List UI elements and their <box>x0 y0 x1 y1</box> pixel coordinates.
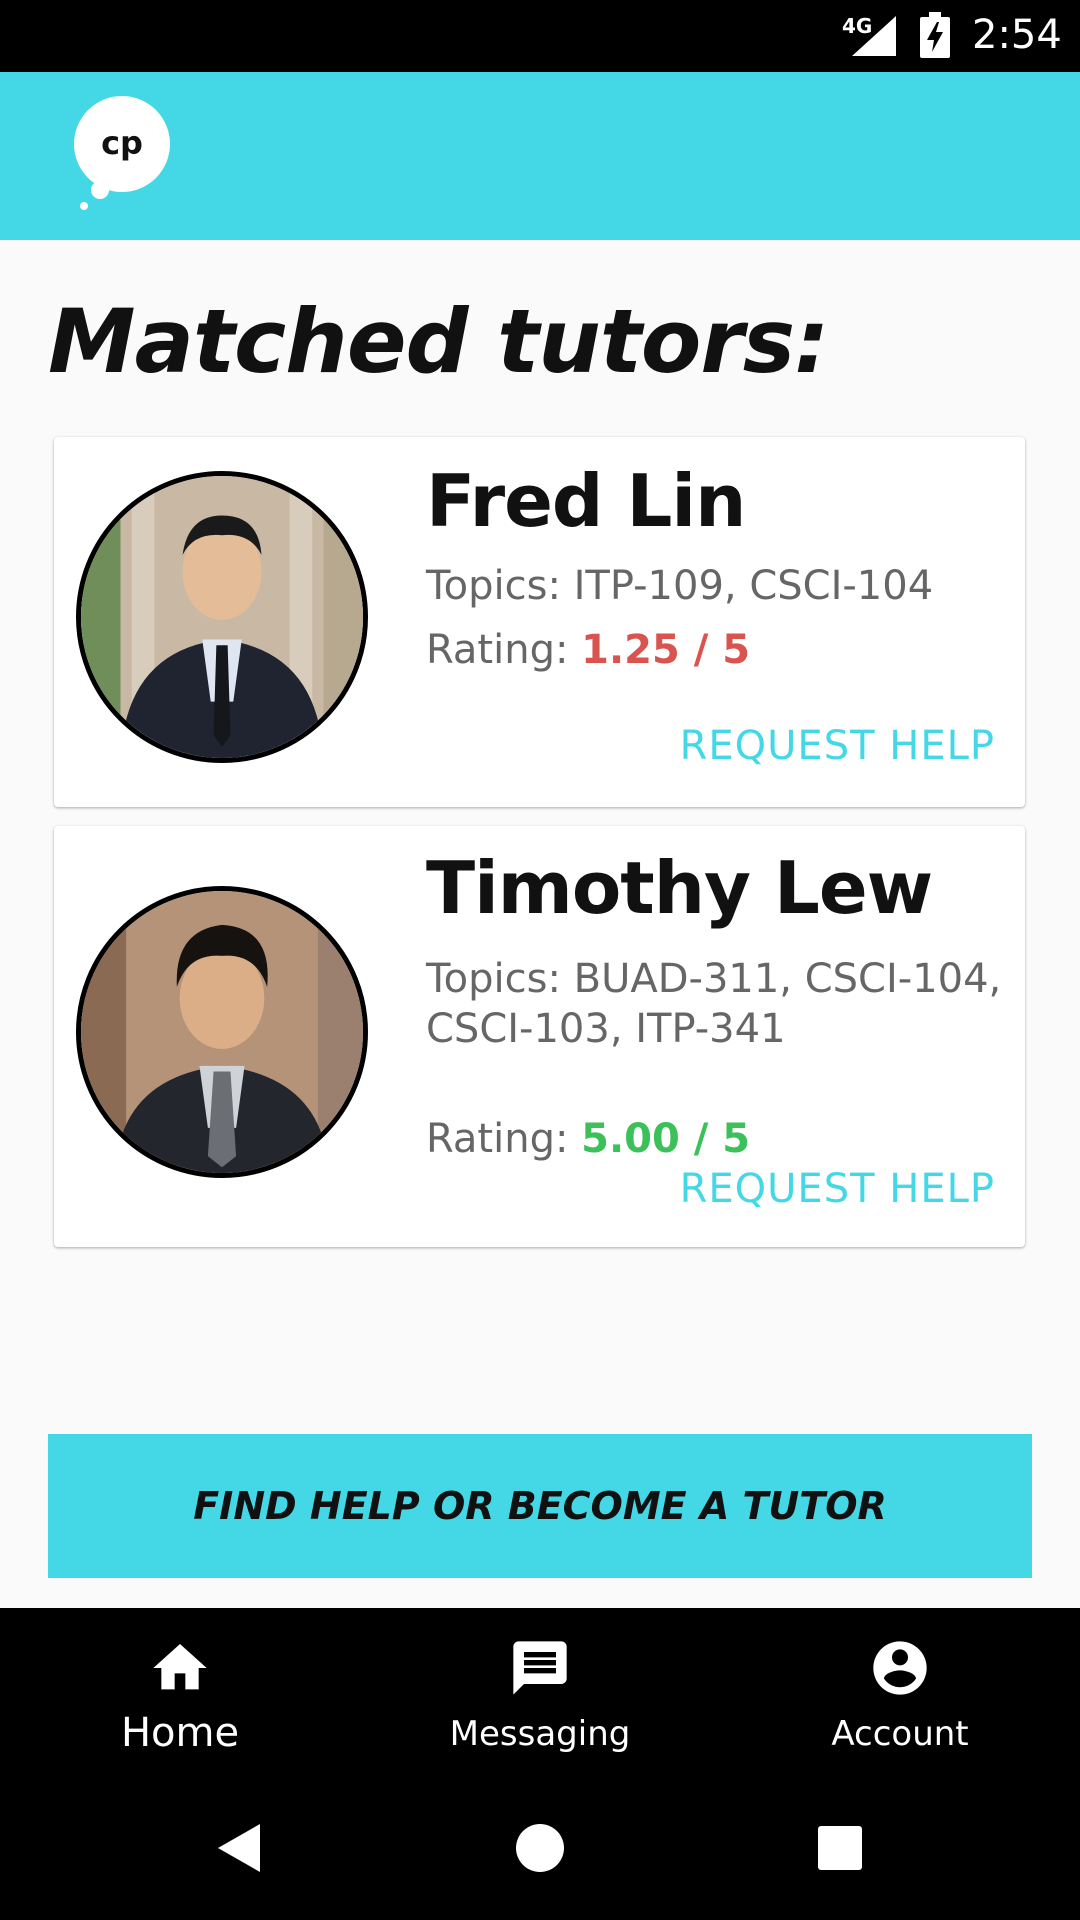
logo-text: cp <box>101 124 143 162</box>
back-icon[interactable] <box>204 1812 276 1884</box>
clock: 2:54 <box>972 12 1062 58</box>
tutor-name: Fred Lin <box>426 459 746 543</box>
avatar-photo-icon <box>81 891 363 1173</box>
nav-messaging[interactable]: Messaging <box>360 1608 720 1776</box>
nav-home-label: Home <box>120 1710 240 1756</box>
home-circle-icon[interactable] <box>504 1812 576 1884</box>
request-help-button[interactable]: REQUEST HELP <box>680 723 995 769</box>
app-bar: cp <box>0 72 1080 240</box>
tutor-card[interactable]: Timothy Lew Topics: BUAD-311, CSCI-104, … <box>54 826 1025 1247</box>
status-bar: 4G 2:54 <box>0 0 1080 72</box>
tutor-name: Timothy Lew <box>426 846 933 930</box>
battery-charging-icon <box>920 12 950 58</box>
page-title: Matched tutors: <box>48 290 829 393</box>
tutor-card[interactable]: Fred Lin Topics: ITP-109, CSCI-104 Ratin… <box>54 437 1025 807</box>
find-help-or-become-tutor-button[interactable]: FIND HELP OR BECOME A TUTOR <box>48 1434 1032 1578</box>
nav-account[interactable]: Account <box>720 1608 1080 1776</box>
recents-icon[interactable] <box>804 1812 876 1884</box>
nav-home[interactable]: Home <box>0 1608 360 1776</box>
tutor-topics: Topics: ITP-109, CSCI-104 <box>426 563 934 609</box>
rating-value: 5.00 / 5 <box>581 1116 751 1162</box>
tutor-avatar <box>76 471 368 763</box>
system-navigation <box>0 1776 1080 1920</box>
avatar-photo-icon <box>81 476 363 758</box>
rating-value: 1.25 / 5 <box>581 627 751 673</box>
tutor-topics: Topics: BUAD-311, CSCI-104, CSCI-103, IT… <box>426 956 1002 1052</box>
signal-icon <box>852 16 896 56</box>
rating-label: Rating: <box>426 627 582 673</box>
rating-label: Rating: <box>426 1116 582 1162</box>
tutor-avatar <box>76 886 368 1178</box>
screen: 4G 2:54 cp Matched tutors: Fred Lin Topi… <box>0 0 1080 1920</box>
request-help-button[interactable]: REQUEST HELP <box>680 1166 995 1212</box>
message-icon <box>513 1641 567 1695</box>
nav-messaging-label: Messaging <box>449 1714 631 1754</box>
nav-account-label: Account <box>831 1714 969 1754</box>
home-icon <box>153 1644 207 1690</box>
bottom-navigation: Home Messaging Account <box>0 1608 1080 1776</box>
account-circle-icon <box>873 1641 927 1695</box>
tutor-rating: Rating: 1.25 / 5 <box>426 627 750 673</box>
tutor-rating: Rating: 5.00 / 5 <box>426 1116 750 1162</box>
